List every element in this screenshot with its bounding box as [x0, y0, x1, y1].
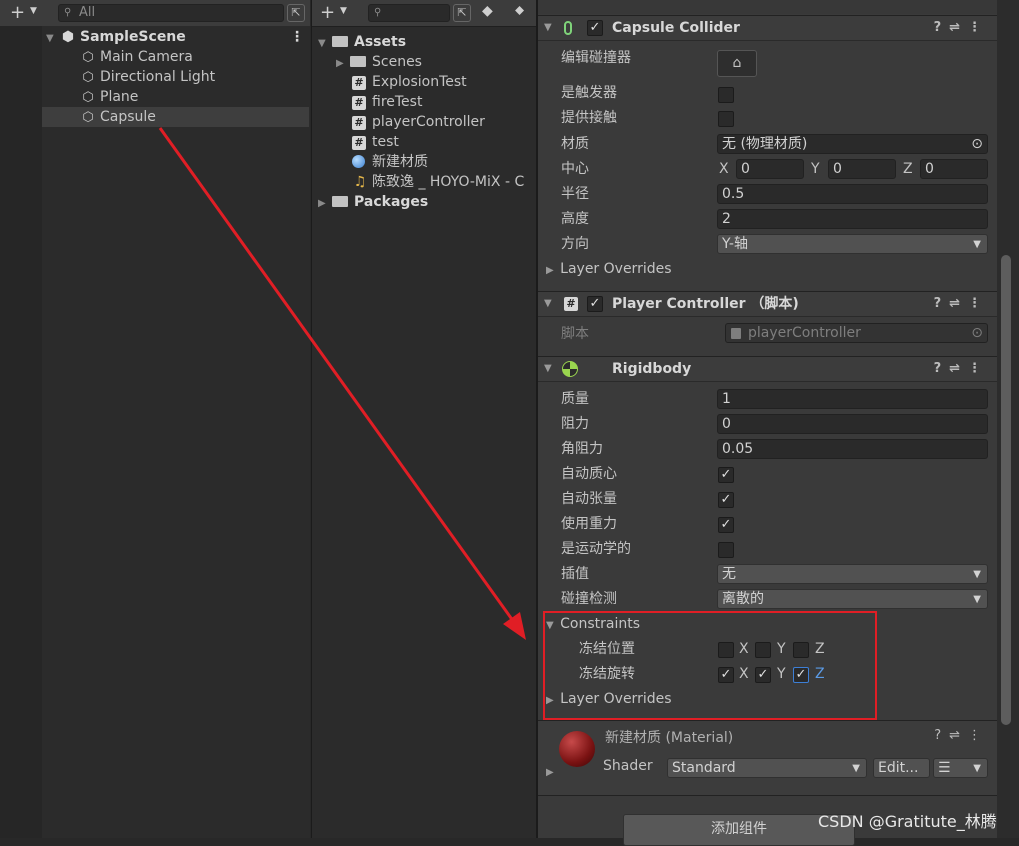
annotation-arrow — [158, 127, 526, 640]
annotation-arrow-line — [158, 127, 518, 626]
watermark: CSDN @Gratitute_林腾 — [818, 812, 997, 831]
annotation-arrow-head — [503, 612, 526, 640]
